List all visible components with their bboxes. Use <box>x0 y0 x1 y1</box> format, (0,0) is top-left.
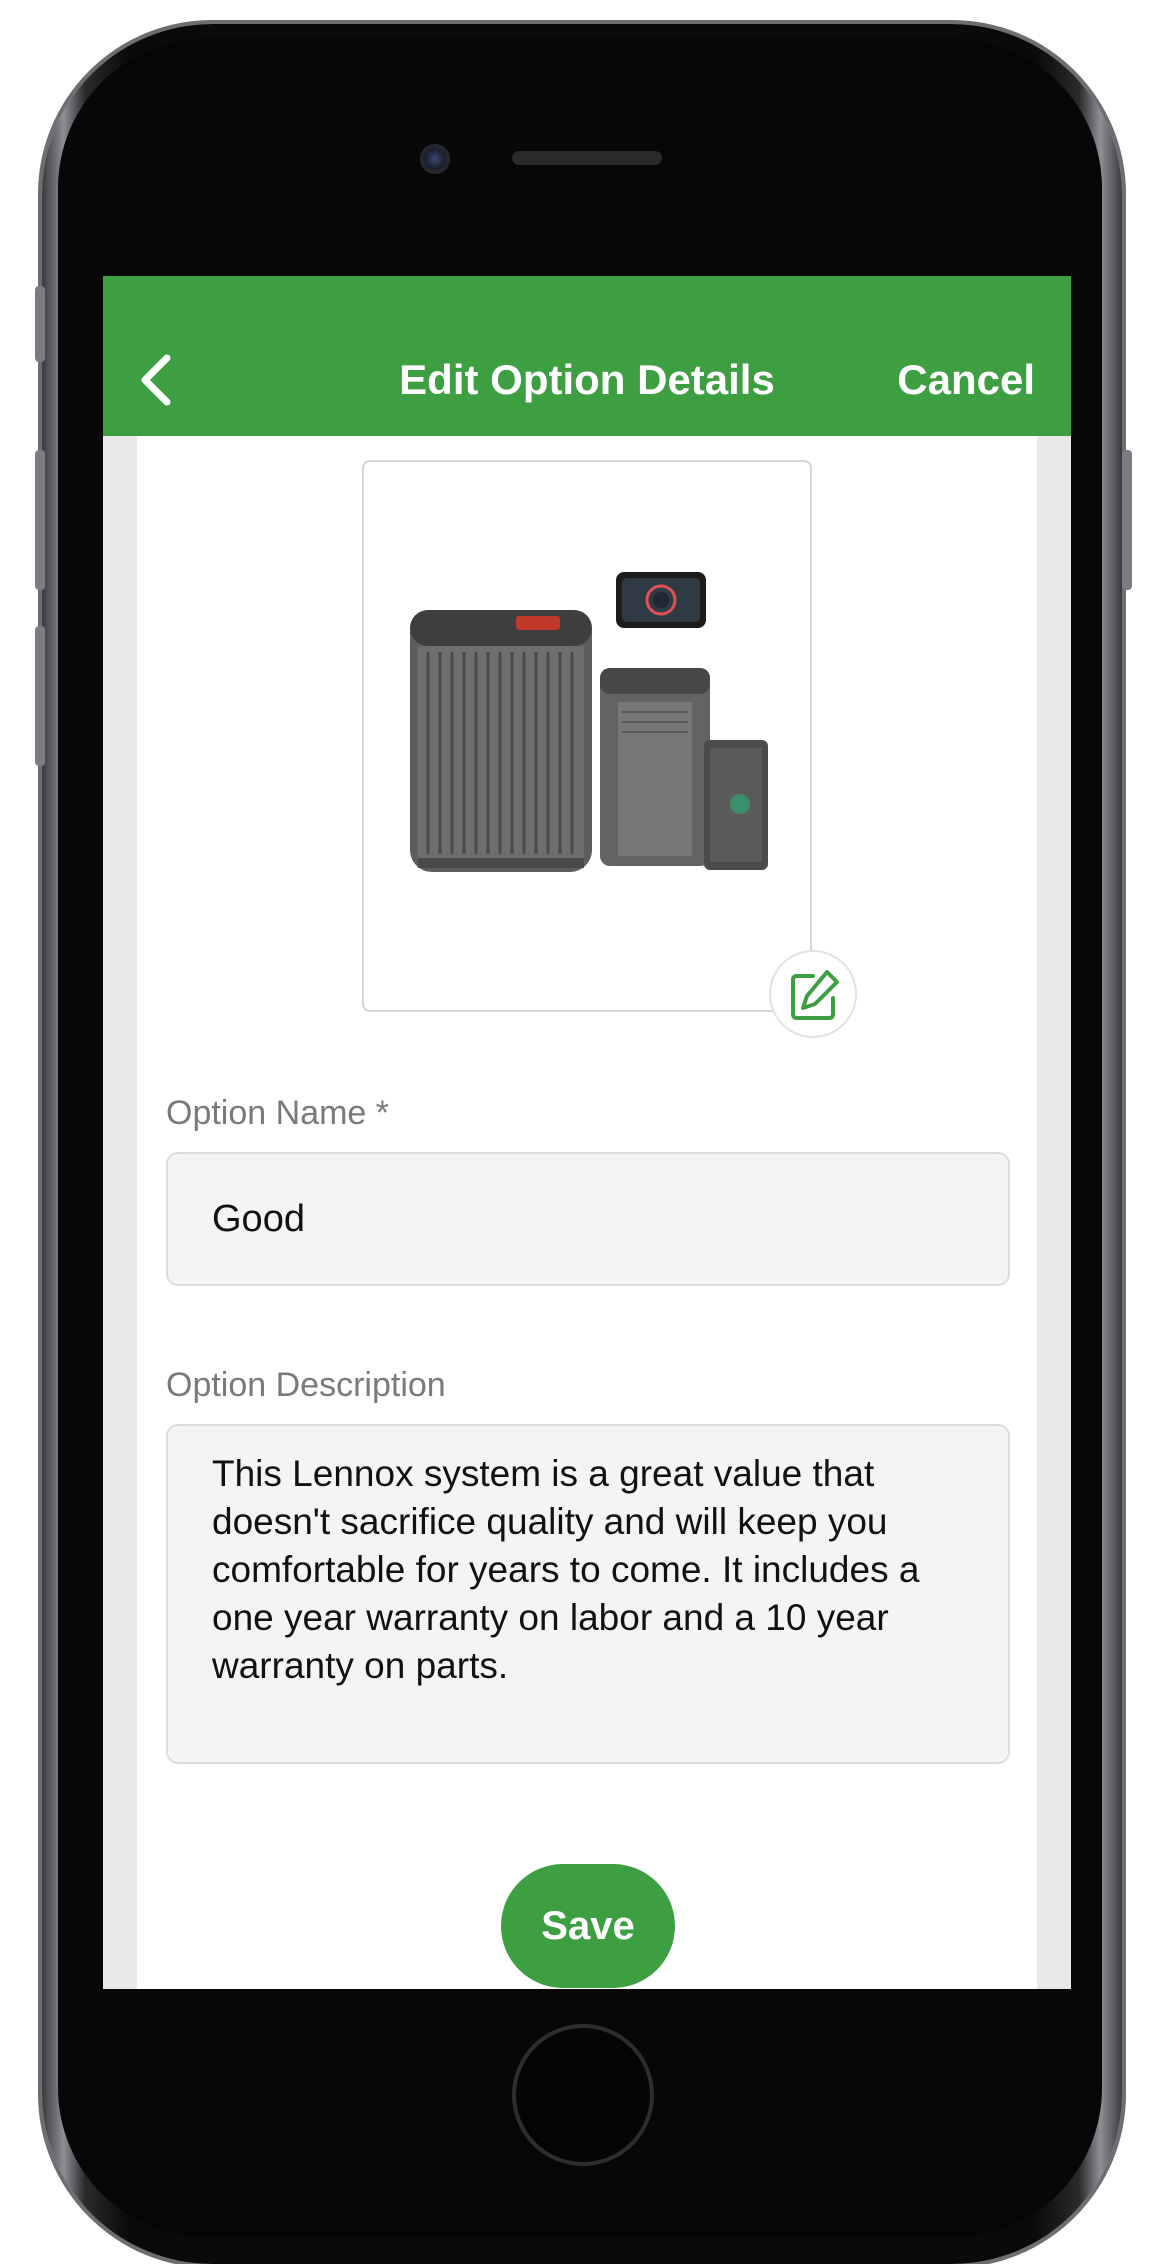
phone-volume-down-button <box>35 626 45 766</box>
edit-square-icon <box>791 970 839 1020</box>
save-button[interactable]: Save <box>501 1864 675 1988</box>
cancel-button[interactable]: Cancel <box>897 352 1035 408</box>
hvac-system-image <box>410 572 768 872</box>
edit-form: Option Name * Option Description This Le… <box>103 436 1071 1989</box>
option-name-input[interactable] <box>166 1152 1010 1286</box>
earpiece-speaker <box>512 151 662 165</box>
option-name-label: Option Name * <box>166 1094 389 1132</box>
front-camera <box>420 144 450 174</box>
product-image-frame[interactable] <box>362 460 812 1012</box>
phone-power-button <box>1122 450 1132 590</box>
option-description-label: Option Description <box>166 1366 446 1404</box>
home-button[interactable] <box>512 2024 654 2166</box>
option-description-input[interactable]: This Lennox system is a great value that… <box>166 1424 1010 1764</box>
app-screen: Edit Option Details Cancel Option Name *… <box>103 276 1071 1989</box>
navigation-bar: Edit Option Details Cancel <box>103 276 1071 436</box>
right-gutter <box>1037 436 1071 1989</box>
left-gutter <box>103 436 137 1989</box>
edit-image-button[interactable] <box>769 950 857 1038</box>
phone-silent-switch <box>35 286 45 362</box>
phone-volume-up-button <box>35 450 45 590</box>
